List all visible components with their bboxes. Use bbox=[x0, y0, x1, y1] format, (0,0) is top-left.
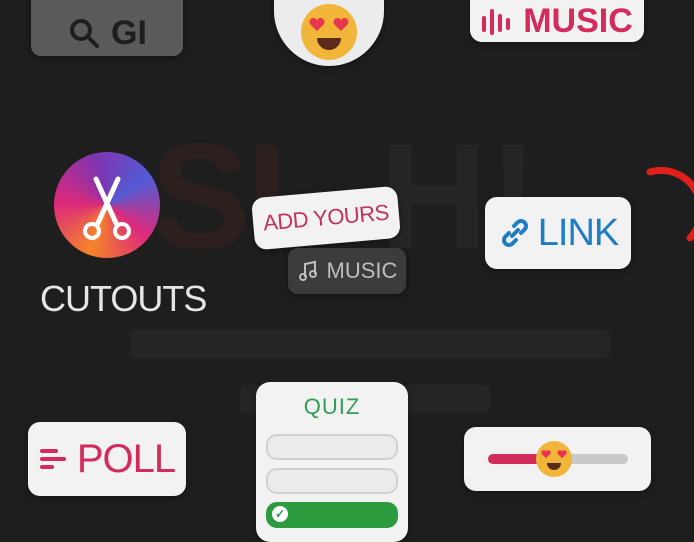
music-bars-icon bbox=[482, 9, 511, 35]
emoji-slider-track bbox=[487, 441, 628, 477]
poll-sticker-label: POLL bbox=[76, 436, 176, 481]
quiz-sticker-label: QUIZ bbox=[303, 394, 361, 419]
add-yours-sticker[interactable]: ADD YOURS bbox=[251, 185, 401, 251]
background-blurred-line bbox=[130, 330, 610, 358]
poll-sticker[interactable]: POLL bbox=[28, 422, 186, 496]
cutouts-button[interactable] bbox=[54, 152, 160, 258]
heart-eyes-emoji-icon bbox=[536, 441, 573, 477]
emoji-reaction-sticker[interactable] bbox=[274, 0, 384, 66]
music-note-icon bbox=[298, 260, 317, 281]
link-sticker-label: LINK bbox=[537, 211, 619, 254]
quiz-option-correct: ✓ bbox=[266, 502, 398, 528]
emoji-slider-sticker[interactable] bbox=[464, 427, 651, 491]
cutouts-label: CUTOUTS bbox=[40, 278, 207, 319]
link-icon bbox=[501, 219, 528, 247]
quiz-sticker[interactable]: QUIZ ✓ bbox=[256, 382, 408, 542]
quiz-option bbox=[266, 434, 398, 460]
music-sticker[interactable]: MUSIC bbox=[470, 0, 644, 42]
scissors-icon bbox=[83, 176, 131, 240]
gif-search-sticker[interactable]: GI bbox=[31, 0, 183, 56]
add-yours-label: ADD YOURS bbox=[262, 199, 390, 236]
heart-eyes-emoji-icon bbox=[301, 4, 357, 60]
poll-lines-icon bbox=[39, 449, 66, 469]
loading-arc-icon bbox=[646, 166, 694, 242]
gif-search-label: GI bbox=[111, 13, 147, 52]
quiz-option bbox=[266, 468, 398, 494]
music-sticker-dark[interactable]: MUSIC bbox=[288, 248, 406, 294]
search-icon bbox=[70, 19, 100, 48]
music-sticker-label: MUSIC bbox=[523, 1, 633, 40]
link-sticker[interactable]: LINK bbox=[485, 197, 631, 269]
music-sticker-dark-label: MUSIC bbox=[326, 258, 398, 283]
